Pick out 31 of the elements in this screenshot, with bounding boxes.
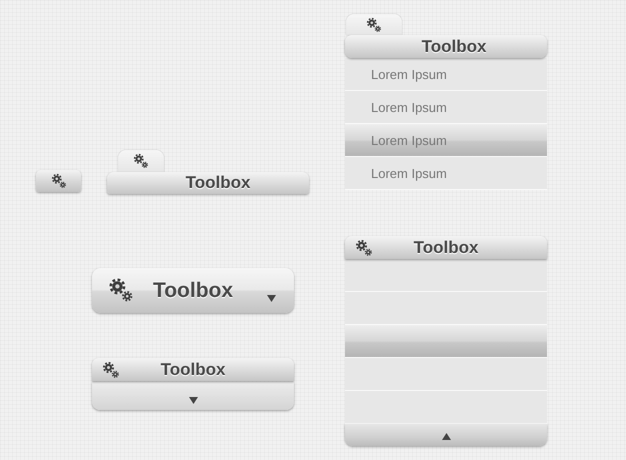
caret-down-icon (267, 295, 276, 302)
gears-icon (108, 277, 134, 303)
toolbox-header[interactable]: Toolbox (92, 358, 294, 381)
gears-icon (355, 239, 373, 257)
toolbox-title: Toolbox (414, 238, 478, 258)
toolbox-header[interactable]: Toolbox (345, 236, 547, 259)
toolbox-title: Toolbox (160, 360, 226, 380)
toolbox-tab[interactable] (118, 150, 164, 172)
menu-item[interactable]: Lorem Ipsum (345, 157, 547, 190)
toolbox-footer[interactable] (92, 382, 294, 410)
caret-down-icon (188, 397, 198, 404)
list-row[interactable] (345, 259, 547, 292)
toolbox-header[interactable]: Toolbox (92, 268, 294, 313)
toolbox-header[interactable]: Toolbox (345, 35, 547, 58)
list-row[interactable] (345, 391, 547, 424)
toolbox-title: Toolbox (422, 36, 486, 56)
toolbox-footer[interactable] (345, 424, 547, 446)
gears-icon (366, 16, 382, 32)
toolbox-tab[interactable] (36, 170, 81, 192)
toolbox-tab[interactable] (346, 14, 402, 35)
gears-icon (133, 153, 149, 169)
caret-up-icon (442, 433, 450, 440)
menu-item[interactable]: Lorem Ipsum (345, 58, 547, 91)
gears-icon (50, 173, 66, 189)
list-row[interactable] (345, 325, 547, 358)
toolbox-header[interactable]: Toolbox (107, 172, 309, 194)
toolbox-title: Toolbox (152, 278, 234, 302)
menu-item[interactable]: Lorem Ipsum (345, 91, 547, 124)
toolbox-title: Toolbox (186, 173, 250, 193)
list-row[interactable] (345, 358, 547, 391)
gears-icon (102, 361, 120, 379)
